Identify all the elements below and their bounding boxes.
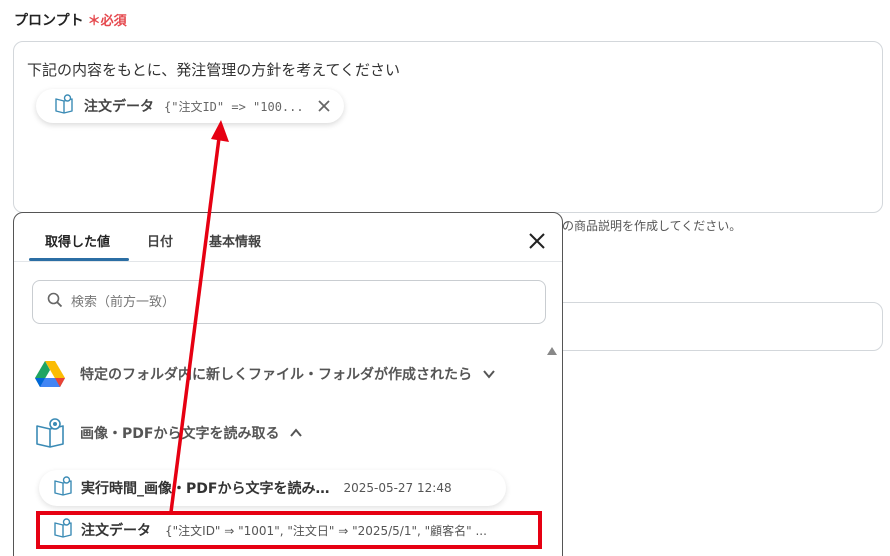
prompt-textarea[interactable]: 下記の内容をもとに、発注管理の方針を考えてください 注文データ {"注文ID" …: [13, 41, 883, 213]
search-input[interactable]: [71, 294, 491, 310]
book-icon: [54, 94, 74, 118]
group-label: 画像・PDFから文字を読み取る: [80, 426, 280, 442]
required-mark: ＊必須: [87, 14, 127, 29]
chevron-down-icon: [482, 367, 496, 381]
variable-chip[interactable]: 注文データ {"注文ID" => "100...: [36, 89, 344, 123]
scroll-up-arrow[interactable]: [547, 347, 557, 355]
close-icon[interactable]: [528, 232, 546, 250]
chevron-up-icon: [289, 426, 303, 440]
group-drive-trigger[interactable]: 特定のフォルダ内に新しくファイル・フォルダが作成されたら: [34, 358, 496, 390]
google-drive-icon: [34, 358, 66, 390]
field-label-text: プロンプト: [14, 13, 84, 29]
variable-picker-popup: 取得した値 日付 基本情報 検索（前方一致） 特定のフォルダ内に新しくファイル・…: [13, 212, 563, 556]
active-tab-indicator: [29, 258, 129, 261]
search-icon: [47, 292, 63, 312]
tab-acquired-values[interactable]: 取得した値: [45, 231, 110, 250]
field-hint: の商品説明を作成してください。: [562, 219, 742, 233]
prompt-text: 下記の内容をもとに、発注管理の方針を考えてください: [27, 61, 401, 79]
group-ocr-action[interactable]: 画像・PDFから文字を読み取る: [34, 417, 303, 449]
search-field[interactable]: [32, 280, 546, 324]
tab-basic-info[interactable]: 基本情報: [209, 231, 261, 250]
chip-label: 注文データ: [84, 99, 154, 115]
item-value: 2025-05-27 12:48: [343, 481, 452, 495]
picker-tabs: 取得した値 日付 基本情報: [14, 213, 562, 262]
secondary-input[interactable]: [540, 302, 883, 351]
item-label: 実行時間_画像・PDFから文字を読み…: [81, 481, 330, 497]
prompt-field-label: プロンプト ＊必須: [14, 10, 127, 30]
ocr-book-icon: [34, 417, 66, 449]
tab-date[interactable]: 日付: [147, 231, 173, 250]
book-icon: [53, 476, 73, 500]
chip-value: {"注文ID" => "100...: [164, 99, 304, 114]
list-item-execution-time[interactable]: 実行時間_画像・PDFから文字を読み… 2025-05-27 12:48: [39, 470, 506, 506]
close-icon[interactable]: [316, 98, 332, 114]
annotation-highlight-box: [36, 511, 542, 549]
group-label: 特定のフォルダ内に新しくファイル・フォルダが作成されたら: [80, 367, 472, 383]
